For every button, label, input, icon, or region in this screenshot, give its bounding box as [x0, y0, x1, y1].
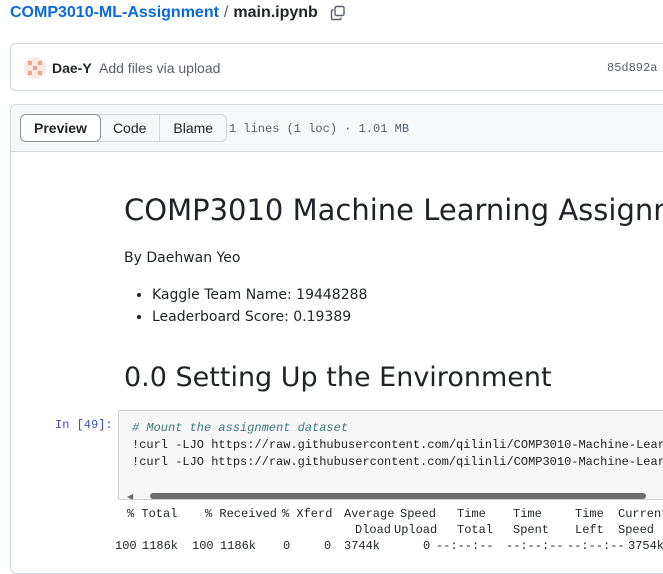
repo-link[interactable]: COMP3010-ML-Assignment — [10, 4, 219, 22]
output-text: Total — [457, 523, 494, 537]
latest-commit-box: Dae-Y Add files via upload 85d892a · — [10, 43, 663, 91]
section-heading: 0.0 Setting Up the Environment — [124, 362, 552, 393]
output-text: 1186k — [220, 539, 257, 553]
output-text: Left — [575, 523, 604, 537]
code-comment: # Mount the assignment dataset — [132, 421, 349, 435]
file-panel: Preview Code Blame 1 lines (1 loc) · 1.0… — [10, 104, 663, 574]
output-text: 0 — [324, 539, 332, 553]
commit-message[interactable]: Add files via upload — [99, 60, 220, 76]
commit-author[interactable]: Dae-Y — [52, 60, 92, 76]
list-item: Kaggle Team Name: 19448288 — [152, 284, 367, 306]
file-info: 1 lines (1 loc) · 1.01 MB — [229, 122, 410, 136]
output-text: --:--:-- — [506, 539, 564, 553]
file-header: Preview Code Blame 1 lines (1 loc) · 1.0… — [11, 105, 663, 152]
output-text: 0 — [283, 539, 291, 553]
output-row: Dload Upload Total Spent Left Speed — [11, 523, 663, 539]
tab-blame[interactable]: Blame — [159, 115, 226, 141]
copy-path-icon[interactable] — [330, 5, 346, 21]
code-cell: # Mount the assignment dataset !curl -LJ… — [118, 410, 663, 500]
output-text: Average — [344, 507, 395, 521]
output-text: 3754k — [628, 539, 663, 553]
output-text: Spent — [513, 523, 550, 537]
output-text: Time — [513, 507, 542, 521]
output-text: 1186k — [142, 539, 179, 553]
output-text: Time — [457, 507, 486, 521]
notebook-title: COMP3010 Machine Learning Assignment — [124, 193, 663, 227]
commit-sha[interactable]: 85d892a · — [607, 61, 663, 75]
notebook-byline: By Daehwan Yeo — [124, 250, 241, 266]
breadcrumb: COMP3010-ML-Assignment / main.ipynb — [10, 2, 346, 24]
output-row: % Total % Received % Xferd Average Speed… — [11, 507, 663, 523]
breadcrumb-separator: / — [223, 4, 229, 21]
horizontal-scrollbar[interactable]: ◀ — [122, 493, 663, 500]
output-text: 0 — [423, 539, 431, 553]
scroll-left-icon[interactable]: ◀ — [127, 493, 133, 500]
output-text: 100 — [115, 539, 137, 553]
output-text: % Total — [127, 507, 178, 521]
output-text: --:--:-- — [567, 539, 625, 553]
cell-prompt: In [49]: — [55, 418, 113, 432]
output-text: Dload — [355, 523, 392, 537]
output-text: Speed — [618, 523, 655, 537]
tab-code[interactable]: Code — [100, 115, 159, 141]
view-mode-switch: Preview Code Blame — [20, 114, 228, 142]
output-text: 100 — [192, 539, 214, 553]
notebook-preview: COMP3010 Machine Learning Assignment By … — [11, 152, 663, 573]
output-text: Time — [575, 507, 604, 521]
output-text: --:--:-- — [436, 539, 494, 553]
code-line: !curl -LJO https://raw.githubusercontent… — [132, 438, 663, 452]
tab-preview[interactable]: Preview — [20, 114, 101, 142]
output-text: % Received — [205, 507, 278, 521]
output-text: Upload — [394, 523, 438, 537]
file-name: main.ipynb — [233, 4, 318, 21]
output-text: Speed — [400, 507, 437, 521]
output-row: 100 1186k 100 1186k 0 0 3744k 0 --:--:--… — [11, 539, 663, 555]
cell-output: % Total % Received % Xferd Average Speed… — [11, 507, 663, 567]
output-text: Current — [618, 507, 663, 521]
author-avatar[interactable] — [24, 57, 46, 79]
scrollbar-thumb[interactable] — [150, 493, 646, 499]
output-text: 3744k — [344, 539, 381, 553]
code-line: !curl -LJO https://raw.githubusercontent… — [132, 455, 663, 469]
info-list: Kaggle Team Name: 19448288 Leaderboard S… — [124, 284, 367, 328]
output-text: % Xferd — [282, 507, 333, 521]
list-item: Leaderboard Score: 0.19389 — [152, 306, 367, 328]
